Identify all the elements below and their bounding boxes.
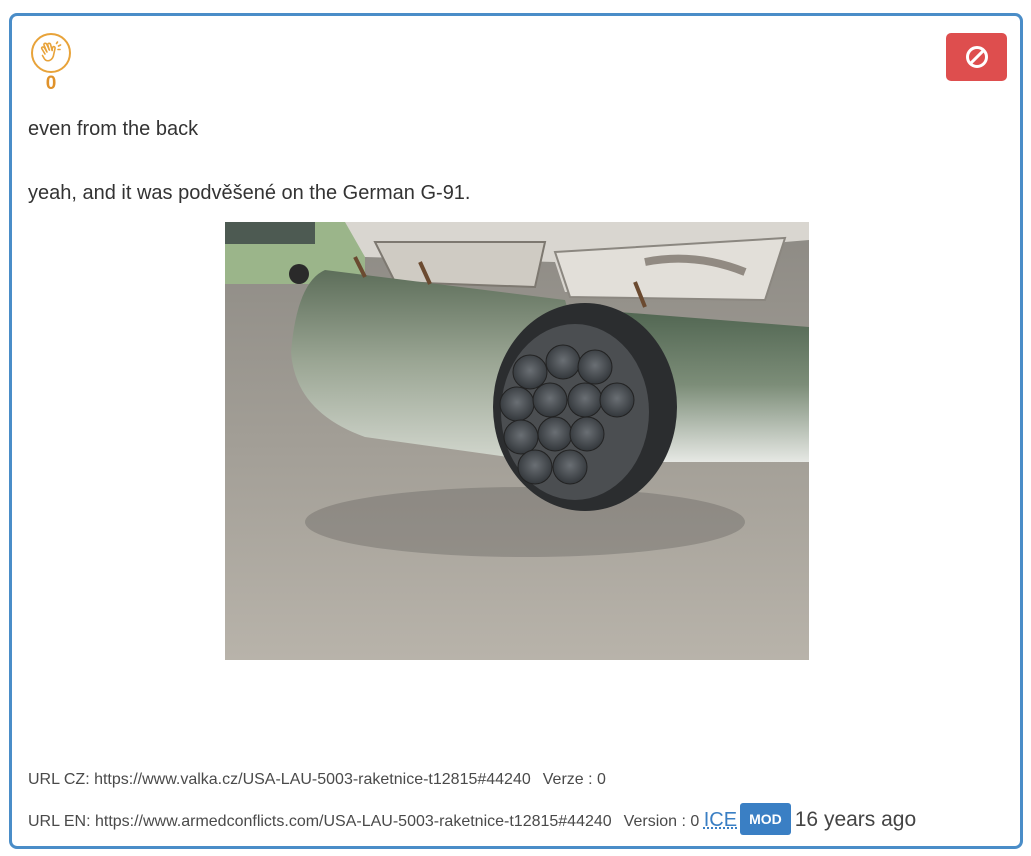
author-link[interactable]: ICE (704, 809, 737, 831)
version-en: Version : 0 (623, 813, 700, 830)
post-card: 0 even from the back yeah, and it was po… (9, 13, 1023, 849)
like-button[interactable] (31, 33, 71, 73)
post-image[interactable] (225, 222, 809, 660)
post-text-line-1: even from the back (28, 118, 199, 140)
url-cz-link[interactable]: URL CZ: https://www.valka.cz/USA-LAU-500… (28, 771, 531, 788)
like-count: 0 (45, 73, 57, 94)
ban-icon (965, 46, 988, 68)
post-text-line-2: yeah, and it was podvěšené on the German… (28, 182, 471, 204)
url-en-line: URL EN: https://www.armedconflicts.com/U… (28, 803, 916, 835)
url-en-link[interactable]: URL EN: https://www.armedconflicts.com/U… (28, 813, 612, 830)
mod-badge: MOD (740, 803, 791, 835)
like-widget: 0 (28, 33, 74, 93)
clap-icon (40, 41, 62, 62)
verze-cz: Verze : 0 (542, 771, 606, 788)
block-button[interactable] (946, 33, 1007, 81)
timestamp: 16 years ago (794, 808, 917, 831)
url-cz-line: URL CZ: https://www.valka.cz/USA-LAU-500… (28, 770, 606, 790)
